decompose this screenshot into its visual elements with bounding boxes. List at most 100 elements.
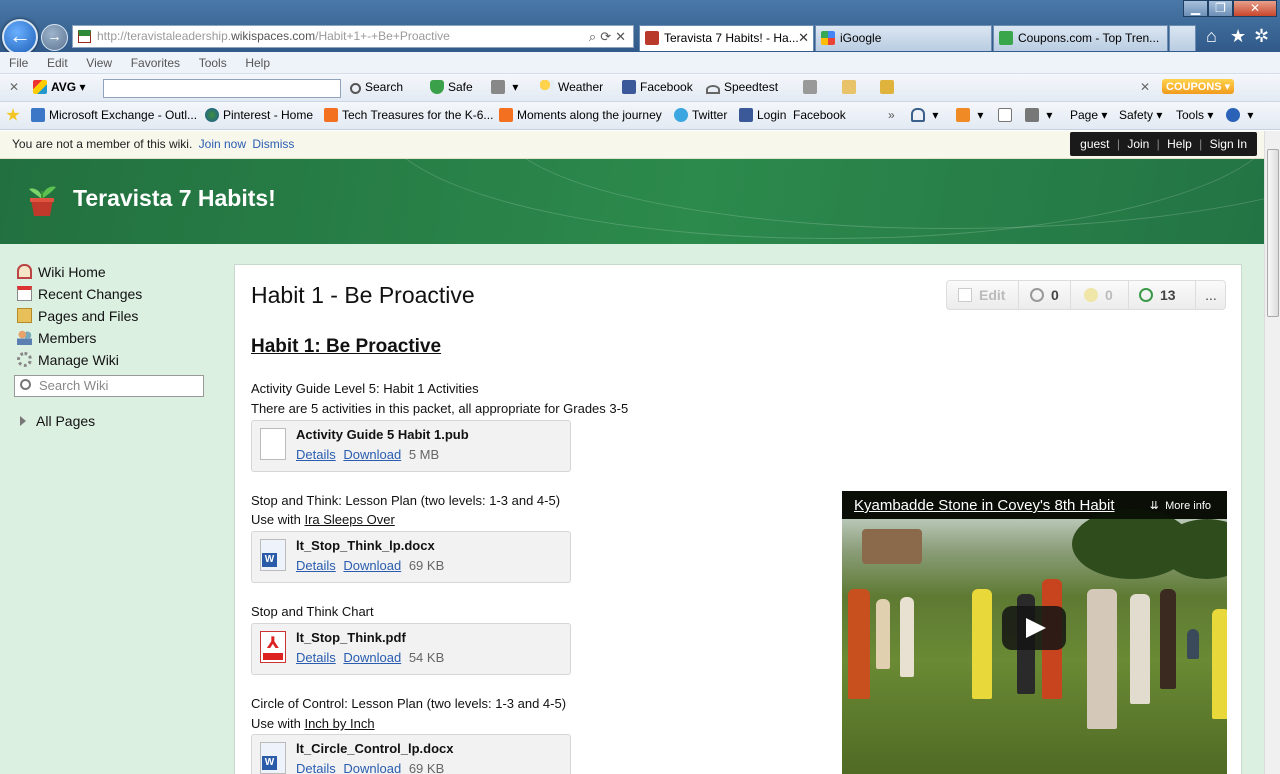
tab-teravista[interactable]: Teravista 7 Habits! - Ha... ✕ <box>639 25 814 51</box>
video-title-link[interactable]: Kyambadde Stone in Covey's 8th Habit <box>854 497 1132 514</box>
join-link[interactable]: Join <box>1127 137 1149 151</box>
favorites-overflow-icon[interactable]: » <box>888 108 895 122</box>
video-title-bar: Kyambadde Stone in Covey's 8th Habit ⇊ M… <box>842 491 1227 519</box>
site-title[interactable]: Teravista 7 Habits! <box>73 185 276 212</box>
edit-label: Edit <box>979 287 1006 303</box>
menu-file[interactable]: File <box>0 52 34 70</box>
notepad-icon[interactable] <box>842 80 860 94</box>
details-link[interactable]: Details <box>296 761 336 774</box>
calculator-icon[interactable] <box>803 80 821 94</box>
book-link[interactable]: Ira Sleeps Over <box>304 512 394 527</box>
avg-brand-button[interactable]: AVG ▾ <box>33 80 85 94</box>
fav-label: Pinterest - Home <box>223 108 314 122</box>
home-dropdown-button[interactable]: ▾ <box>911 108 938 122</box>
page-menu-button[interactable]: Page ▾ <box>1070 108 1107 122</box>
avg-safe-button[interactable]: Safe <box>430 80 473 94</box>
menu-view[interactable]: View <box>77 52 118 70</box>
home-icon <box>911 108 925 122</box>
maximize-button[interactable]: ❐ <box>1208 0 1233 17</box>
fav-moments[interactable]: Moments along the journey <box>499 108 662 122</box>
tools-gear-icon[interactable]: ✲ <box>1254 26 1269 47</box>
avg-weather-button[interactable]: Weather <box>540 80 603 94</box>
dismiss-link[interactable]: Dismiss <box>252 137 294 151</box>
new-tab-button[interactable] <box>1169 25 1196 51</box>
coupons-button[interactable]: COUPONS ▾ <box>1162 79 1235 94</box>
address-bar[interactable]: http://teravistaleadership.wikispaces.co… <box>72 25 634 48</box>
edit-button[interactable]: Edit <box>947 281 1019 309</box>
avg-close-icon[interactable]: ✕ <box>9 80 19 94</box>
plant-pot-logo-icon[interactable] <box>26 181 58 217</box>
safety-menu-button[interactable]: Safety ▾ <box>1119 108 1162 122</box>
home-icon[interactable]: ⌂ <box>1206 26 1217 47</box>
page-scrollbar[interactable] <box>1264 131 1280 774</box>
embedded-video-player[interactable]: Kyambadde Stone in Covey's 8th Habit ⇊ M… <box>842 491 1227 774</box>
sign-in-link[interactable]: Sign In <box>1210 137 1247 151</box>
more-info-button[interactable]: ⇊ More info <box>1150 499 1211 512</box>
back-button[interactable]: ← <box>2 19 38 55</box>
download-link[interactable]: Download <box>343 558 401 573</box>
tab-coupons[interactable]: Coupons.com - Top Tren... <box>993 25 1168 51</box>
address-buttons[interactable]: ⌕⟳✕ <box>589 26 630 47</box>
expand-triangle-icon <box>20 416 26 426</box>
minimize-button[interactable]: ▁ <box>1183 0 1208 17</box>
fav-login-facebook[interactable]: Login Facebook <box>739 108 846 122</box>
fav-tech-treasures[interactable]: Tech Treasures for the K-6... <box>324 108 493 122</box>
window-close-button[interactable]: ✕ <box>1233 0 1277 17</box>
history-button[interactable]: 13 <box>1129 281 1196 309</box>
screenshot-icon[interactable] <box>880 80 898 94</box>
download-link[interactable]: Download <box>343 650 401 665</box>
avg-search-input[interactable] <box>103 79 341 98</box>
trash-dropdown-button[interactable]: ▾ <box>491 80 518 94</box>
menu-edit[interactable]: Edit <box>38 52 74 70</box>
favorites-star-button[interactable] <box>6 108 24 122</box>
guest-label: guest <box>1080 137 1110 151</box>
menu-help[interactable]: Help <box>236 52 276 70</box>
fav-microsoft-exchange[interactable]: Microsoft Exchange - Outl... <box>31 108 197 122</box>
avg-facebook-button[interactable]: Facebook <box>622 80 693 94</box>
file-name: Activity Guide 5 Habit 1.pub <box>296 427 469 442</box>
help-dropdown-button[interactable]: ▾ <box>1226 108 1253 122</box>
play-button[interactable] <box>1002 606 1066 650</box>
close-tab-icon[interactable]: ✕ <box>798 26 809 50</box>
sidebar-item-manage-wiki[interactable]: Manage Wiki <box>17 352 119 368</box>
comments-button[interactable]: 0 <box>1071 281 1129 309</box>
address-prefix: http://teravistaleadership. <box>97 29 232 43</box>
sidebar-item-recent-changes[interactable]: Recent Changes <box>17 286 142 302</box>
avg-speedtest-button[interactable]: Speedtest <box>706 80 778 94</box>
book-link[interactable]: Inch by Inch <box>304 716 374 731</box>
fav-pinterest[interactable]: Pinterest - Home <box>205 108 313 122</box>
sidebar-item-pages-and-files[interactable]: Pages and Files <box>17 308 138 324</box>
history-clock-icon <box>1139 288 1153 302</box>
mail-button[interactable] <box>998 108 1016 122</box>
join-now-link[interactable]: Join now <box>199 137 246 151</box>
menu-tools[interactable]: Tools <box>190 52 233 70</box>
details-link[interactable]: Details <box>296 558 336 573</box>
file-links: Details Download 69 KB <box>296 558 444 573</box>
download-link[interactable]: Download <box>343 761 401 774</box>
tools-menu-button[interactable]: Tools ▾ <box>1176 108 1213 122</box>
generic-file-icon <box>260 428 286 460</box>
all-pages-toggle[interactable]: All Pages <box>20 413 95 429</box>
fav-twitter[interactable]: Twitter <box>674 108 727 122</box>
sidebar-item-members[interactable]: Members <box>17 330 96 346</box>
links-button[interactable]: 0 <box>1019 281 1071 309</box>
scrollbar-thumb[interactable] <box>1267 149 1279 317</box>
address-host: wikispaces.com <box>231 29 316 43</box>
menu-favorites[interactable]: Favorites <box>122 52 186 70</box>
search-wiki-input[interactable]: Search Wiki <box>14 375 204 397</box>
help-link[interactable]: Help <box>1167 137 1192 151</box>
details-link[interactable]: Details <box>296 650 336 665</box>
fav-label: Login <box>757 108 787 122</box>
avg-search-button[interactable]: Search <box>350 80 403 94</box>
feeds-dropdown-button[interactable]: ▾ <box>956 108 983 122</box>
more-actions-button[interactable]: ... <box>1196 281 1226 309</box>
forward-button[interactable]: → <box>41 24 68 51</box>
coupons-close-icon[interactable]: ✕ <box>1140 80 1150 94</box>
download-link[interactable]: Download <box>343 447 401 462</box>
fav-label: Tech Treasures for the K-6... <box>342 108 494 122</box>
print-dropdown-button[interactable]: ▾ <box>1025 108 1052 122</box>
tab-igoogle[interactable]: iGoogle <box>815 25 992 51</box>
details-link[interactable]: Details <box>296 447 336 462</box>
sidebar-item-wiki-home[interactable]: Wiki Home <box>17 264 106 280</box>
favorites-star-icon[interactable]: ★ <box>1230 26 1246 47</box>
